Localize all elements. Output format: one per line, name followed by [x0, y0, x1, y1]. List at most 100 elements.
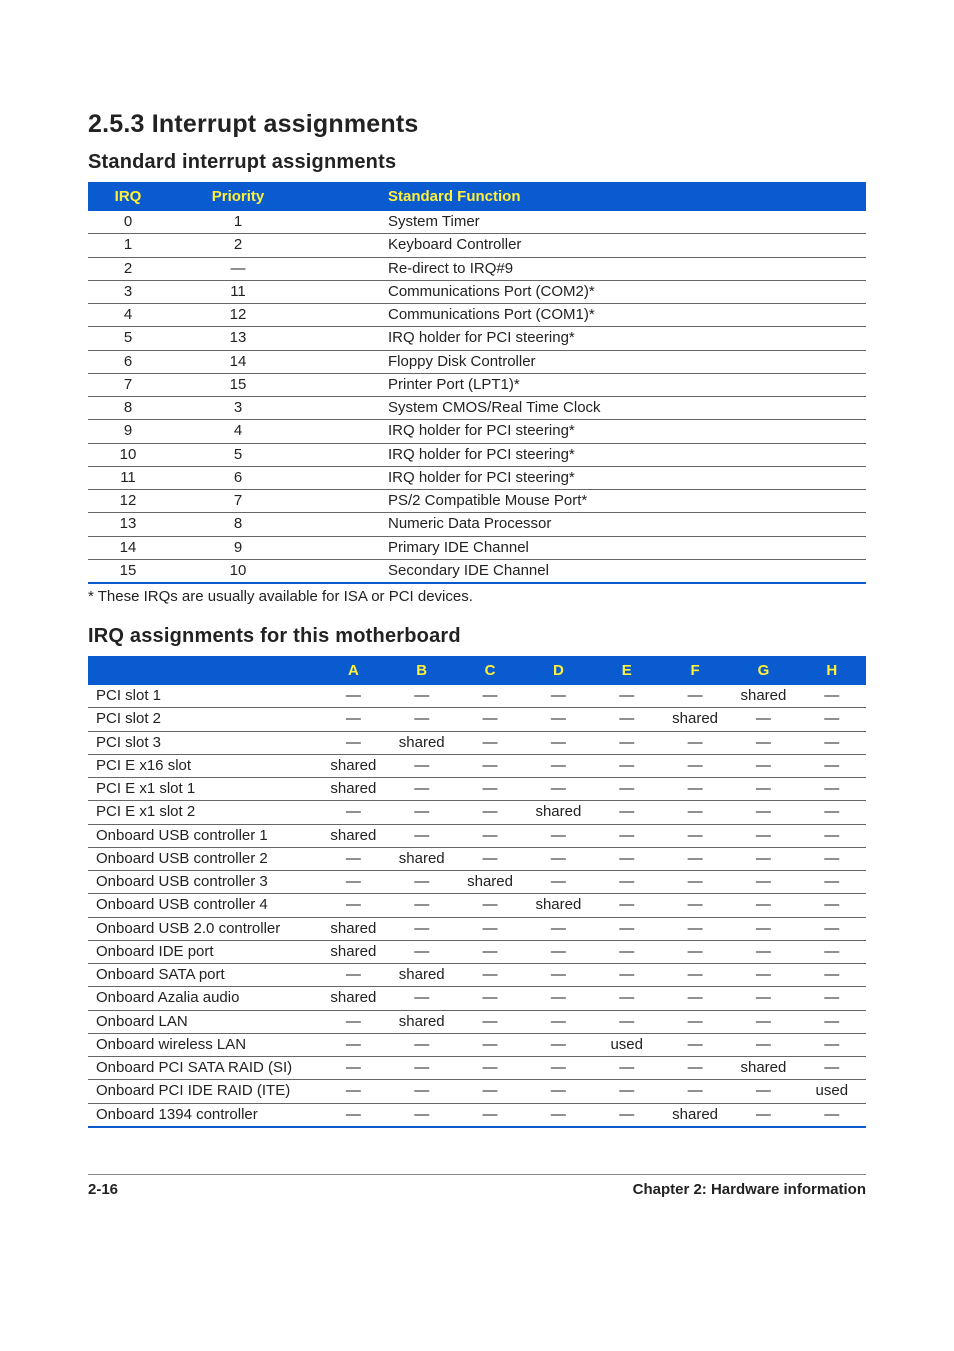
assignment-cell: — [661, 1080, 729, 1103]
assignment-cell: — [729, 1080, 797, 1103]
assignment-cell: — [661, 940, 729, 963]
assignment-cell: — [319, 847, 387, 870]
device-cell: Onboard SATA port [88, 964, 319, 987]
assignment-cell: — [729, 964, 797, 987]
assignment-cell: — [798, 801, 866, 824]
device-cell: Onboard wireless LAN [88, 1033, 319, 1056]
assignment-cell: shared [388, 731, 456, 754]
assignment-cell: — [798, 847, 866, 870]
table-row: PCI E x16 slotshared——————— [88, 754, 866, 777]
assignment-cell: — [524, 1080, 592, 1103]
table-row: Onboard USB controller 4———shared———— [88, 894, 866, 917]
assignment-cell: — [798, 987, 866, 1010]
assignment-cell: — [388, 1033, 456, 1056]
assignment-cell: — [388, 1103, 456, 1127]
function-cell: IRQ holder for PCI steering* [308, 443, 866, 466]
irq-cell: 12 [88, 490, 168, 513]
assignment-cell: — [593, 824, 661, 847]
assignment-cell: — [729, 731, 797, 754]
assignment-cell: — [456, 964, 524, 987]
assignment-cell: — [319, 685, 387, 708]
device-cell: Onboard USB controller 1 [88, 824, 319, 847]
assignment-cell: — [456, 1103, 524, 1127]
standard-irq-table: IRQ Priority Standard Function 01System … [88, 182, 866, 584]
assignment-cell: — [729, 1010, 797, 1033]
assignment-cell: — [388, 871, 456, 894]
device-cell: Onboard USB controller 4 [88, 894, 319, 917]
table-row: Onboard LAN—shared—————— [88, 1010, 866, 1033]
assignment-cell: — [798, 917, 866, 940]
assignment-cell: — [456, 708, 524, 731]
assignment-cell: — [456, 1057, 524, 1080]
table-row: 1510Secondary IDE Channel [88, 559, 866, 583]
assignment-cell: — [661, 824, 729, 847]
assignment-cell: — [524, 731, 592, 754]
table-row: 105IRQ holder for PCI steering* [88, 443, 866, 466]
assignment-cell: — [798, 708, 866, 731]
assignment-cell: — [319, 894, 387, 917]
table-row: Onboard USB controller 2—shared—————— [88, 847, 866, 870]
assignment-cell: — [798, 964, 866, 987]
assignment-cell: — [319, 964, 387, 987]
t2-header-blank [88, 657, 319, 685]
assignment-cell: — [729, 708, 797, 731]
assignment-cell: — [524, 1010, 592, 1033]
assignment-cell: shared [388, 964, 456, 987]
assignment-cell: — [798, 894, 866, 917]
function-cell: Primary IDE Channel [308, 536, 866, 559]
assignment-cell: — [593, 731, 661, 754]
device-cell: PCI slot 1 [88, 685, 319, 708]
assignment-cell: — [456, 685, 524, 708]
t2-header-letter: F [661, 657, 729, 685]
t1-header-irq: IRQ [88, 183, 168, 211]
function-cell: System CMOS/Real Time Clock [308, 397, 866, 420]
function-cell: Communications Port (COM1)* [308, 304, 866, 327]
assignment-cell: — [798, 940, 866, 963]
function-cell: Re-direct to IRQ#9 [308, 257, 866, 280]
t2-header-letter: B [388, 657, 456, 685]
irq-footnote: * These IRQs are usually available for I… [88, 588, 866, 605]
assignment-cell: — [524, 940, 592, 963]
assignment-cell: — [798, 824, 866, 847]
assignment-cell: — [456, 940, 524, 963]
assignment-cell: — [319, 1103, 387, 1127]
assignment-cell: shared [729, 685, 797, 708]
assignment-cell: — [593, 801, 661, 824]
assignment-cell: — [524, 964, 592, 987]
assignment-cell: — [388, 987, 456, 1010]
t2-header-letter: E [593, 657, 661, 685]
assignment-cell: shared [319, 824, 387, 847]
assignment-cell: shared [661, 1103, 729, 1127]
table-row: 127PS/2 Compatible Mouse Port* [88, 490, 866, 513]
assignment-cell: — [593, 987, 661, 1010]
priority-cell: 1 [168, 211, 308, 234]
assignment-cell: — [593, 917, 661, 940]
assignment-cell: — [319, 871, 387, 894]
assignment-cell: — [661, 685, 729, 708]
assignment-cell: — [388, 917, 456, 940]
assignment-cell: — [798, 754, 866, 777]
assignment-cell: — [388, 1057, 456, 1080]
assignment-cell: — [456, 824, 524, 847]
irq-cell: 11 [88, 466, 168, 489]
table-row: PCI E x1 slot 2———shared———— [88, 801, 866, 824]
priority-cell: 15 [168, 373, 308, 396]
irq-cell: 2 [88, 257, 168, 280]
assignment-cell: — [661, 964, 729, 987]
t2-header-letter: A [319, 657, 387, 685]
table-row: Onboard PCI IDE RAID (ITE)———————used [88, 1080, 866, 1103]
irq-cell: 5 [88, 327, 168, 350]
priority-cell: 8 [168, 513, 308, 536]
function-cell: Printer Port (LPT1)* [308, 373, 866, 396]
assignment-cell: — [524, 708, 592, 731]
page-number: 2-16 [88, 1181, 118, 1198]
assignment-cell: — [593, 778, 661, 801]
assignment-cell: — [319, 731, 387, 754]
assignment-cell: — [593, 1057, 661, 1080]
function-cell: Communications Port (COM2)* [308, 280, 866, 303]
assignment-cell: used [593, 1033, 661, 1056]
motherboard-irq-table: ABCDEFGH PCI slot 1——————shared—PCI slot… [88, 656, 866, 1128]
assignment-cell: — [593, 964, 661, 987]
assignment-cell: — [319, 708, 387, 731]
page-footer: 2-16 Chapter 2: Hardware information [88, 1174, 866, 1198]
